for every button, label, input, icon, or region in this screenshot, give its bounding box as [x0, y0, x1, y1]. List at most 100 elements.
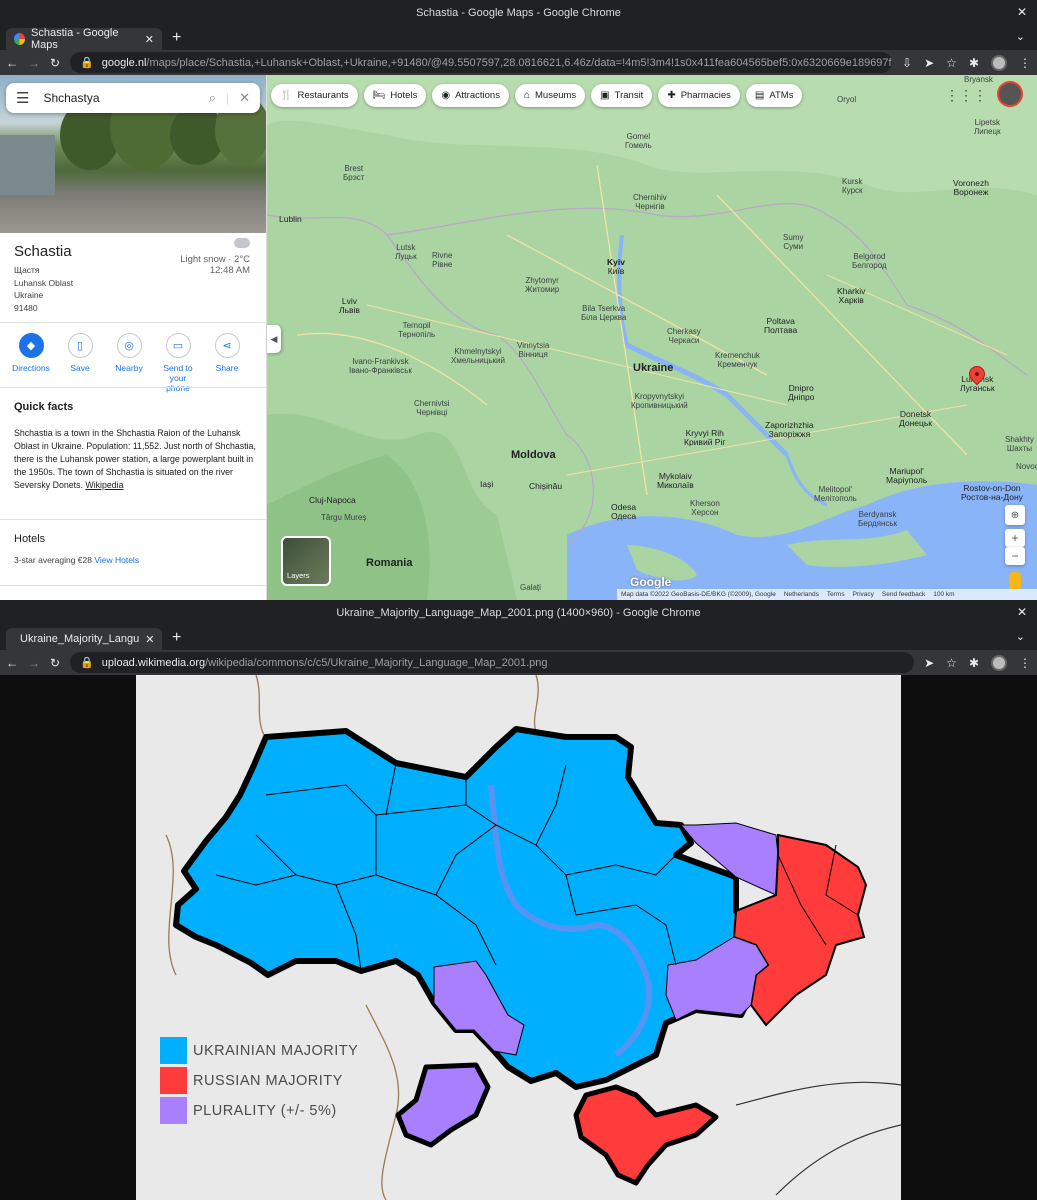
map-label-odesa: Odesa Одеса — [611, 502, 637, 521]
chip-transit[interactable]: ▣ Transit — [591, 84, 653, 107]
map-canvas[interactable]: 🍴 Restaurants 🛏 Hotels ◉ Attractions ⌂ Museu… — [267, 75, 1037, 600]
chip-pharmacies[interactable]: ✚ Pharmacies — [658, 84, 740, 107]
footer-region[interactable]: Netherlands — [784, 591, 819, 598]
account-avatar[interactable] — [997, 81, 1023, 107]
back-icon[interactable]: ← — [6, 56, 18, 70]
collapse-panel-button[interactable]: ◀ — [267, 325, 281, 353]
chip-attractions[interactable]: ◉ Attractions — [432, 84, 509, 107]
footer-privacy-link[interactable]: Privacy — [853, 591, 874, 598]
bookmark-star-icon[interactable]: ☆ — [946, 56, 957, 70]
street-view-pegman-icon[interactable] — [1009, 572, 1021, 590]
divider — [0, 519, 266, 520]
wikipedia-link[interactable]: Wikipedia — [85, 480, 123, 490]
footer-terms-link[interactable]: Terms — [827, 591, 845, 598]
profile-avatar[interactable] — [991, 54, 1007, 71]
profile-avatar[interactable] — [991, 654, 1007, 671]
hotels-summary: 3-star averaging €28 — [14, 555, 92, 565]
tab-close-icon[interactable]: ✕ — [145, 33, 154, 46]
legend-item: UKRAINIAN MAJORITY — [160, 1037, 358, 1064]
map-label-ternopil: Ternopil Тернопіль — [398, 321, 436, 339]
map-label-mykolaiv: Mykolaiv Миколаїв — [657, 471, 694, 490]
reload-icon[interactable]: ↻ — [50, 656, 60, 670]
tab-strip: Ukraine_Majority_Langu ✕ + ⌄ — [0, 626, 1037, 650]
forward-icon[interactable]: → — [28, 656, 40, 670]
bookmark-star-icon[interactable]: ☆ — [946, 656, 957, 670]
tab-search-chevron-icon[interactable]: ⌄ — [1016, 630, 1025, 643]
back-icon[interactable]: ← — [6, 656, 18, 670]
legend-label: RUSSIAN MAJORITY — [193, 1072, 343, 1089]
close-window-icon[interactable]: ✕ — [1017, 5, 1027, 19]
directions-label: Directions — [12, 363, 50, 373]
museum-icon: ⌂ — [523, 90, 530, 101]
tab-google-maps[interactable]: Schastia - Google Maps ✕ — [6, 27, 162, 51]
phone-icon: ▭ — [165, 333, 191, 358]
map-label-kyiv: Kyiv Київ — [607, 257, 625, 276]
divider — [0, 322, 266, 323]
reload-icon[interactable]: ↻ — [50, 56, 60, 70]
view-hotels-link[interactable]: View Hotels — [94, 555, 139, 565]
tab-search-chevron-icon[interactable]: ⌄ — [1016, 30, 1025, 43]
new-tab-icon[interactable]: + — [172, 29, 181, 47]
hotels-title: Hotels — [14, 533, 46, 545]
address-bar[interactable]: 🔒 upload.wikimedia.org/wikipedia/commons… — [70, 652, 915, 673]
window-titlebar: Ukraine_Majority_Language_Map_2001.png (… — [0, 600, 1037, 626]
chrome-menu-icon[interactable]: ⋮ — [1019, 656, 1031, 670]
layers-button[interactable]: Layers — [281, 536, 331, 586]
share-page-icon[interactable]: ➤ — [924, 656, 934, 670]
directions-button[interactable]: ◆ Directions — [10, 333, 52, 393]
hotels-summary-row: 3-star averaging €28 View Hotels — [14, 555, 139, 565]
share-page-icon[interactable]: ➤ — [924, 56, 934, 70]
chip-hotels[interactable]: 🛏 Hotels — [363, 84, 427, 107]
zoom-in-button[interactable]: + — [1005, 529, 1025, 547]
quick-facts-text: Shchastia is a town in the Shchastia Rai… — [14, 427, 256, 492]
google-maps-favicon-icon — [14, 33, 26, 45]
google-maps-page: ☰ Shchastya ⌕ | ✕ Schastia Щастя Luhansk… — [0, 75, 1037, 600]
save-button[interactable]: ▯ Save — [59, 333, 101, 393]
search-icon[interactable]: ⌕ — [209, 90, 216, 106]
bookmark-icon: ▯ — [67, 333, 93, 358]
tab-close-icon[interactable]: ✕ — [145, 633, 154, 646]
forward-icon[interactable]: → — [28, 56, 40, 70]
footer-feedback-link[interactable]: Send feedback — [882, 591, 925, 598]
map-label-kherson: Kherson Херсон — [690, 499, 720, 517]
maps-search-box[interactable]: ☰ Shchastya ⌕ | ✕ — [6, 83, 260, 113]
search-input[interactable]: Shchastya — [43, 91, 198, 105]
close-window-icon[interactable]: ✕ — [1017, 605, 1027, 619]
share-button[interactable]: ⋖ Share — [206, 333, 248, 393]
install-app-icon[interactable]: ⇩ — [902, 56, 912, 70]
map-label-kryvyi-rih: Kryvyi Rih Кривий Ріг — [684, 428, 726, 447]
map-footer: Map data ©2022 GeoBasis-DE/BKG (©2009), … — [617, 589, 1037, 600]
send-to-phone-button[interactable]: ▭ Send to your phone — [157, 333, 199, 393]
chip-restaurants[interactable]: 🍴 Restaurants — [271, 84, 358, 107]
map-label-zaporizhzhia: Zaporizhzhia Запоріжжя — [765, 420, 814, 439]
chrome-menu-icon[interactable]: ⋮ — [1019, 56, 1031, 70]
place-address: Щастя Luhansk Oblast Ukraine 91480 — [14, 264, 73, 314]
chip-museums[interactable]: ⌂ Museums — [514, 84, 586, 107]
window-title: Ukraine_Majority_Language_Map_2001.png (… — [336, 607, 701, 619]
share-label: Share — [215, 363, 239, 373]
ukraine-language-map-image[interactable]: UKRAINIAN MAJORITY RUSSIAN MAJORITY PLUR… — [136, 675, 901, 1200]
google-apps-grid-icon[interactable]: ⋮⋮⋮ — [945, 87, 987, 104]
map-label-cluj: Cluj-Napoca — [309, 495, 356, 505]
zoom-out-button[interactable]: − — [1005, 547, 1025, 565]
chip-atms[interactable]: ▤ ATMs — [745, 84, 803, 107]
new-tab-icon[interactable]: + — [172, 629, 181, 647]
url-host: google.nl — [101, 56, 147, 69]
map-label-rostov: Rostov-on-Don Ростов-на-Дону — [961, 483, 1023, 502]
map-label-sumy: Sumy Суми — [783, 233, 804, 251]
place-oblast: Luhansk Oblast — [14, 277, 74, 288]
nearby-button[interactable]: ◎ Nearby — [108, 333, 150, 393]
nearby-icon: ◎ — [116, 333, 142, 358]
map-label-bryansk: Bryansk — [964, 75, 993, 84]
clear-search-icon[interactable]: ✕ — [239, 90, 250, 106]
hamburger-menu-icon[interactable]: ☰ — [16, 89, 29, 107]
map-scale[interactable]: 100 km — [933, 591, 954, 598]
my-location-icon[interactable]: ⊕ — [1005, 505, 1025, 525]
map-label-chisinau: Chișinău — [529, 481, 563, 491]
map-label-romania: Romania — [366, 557, 413, 569]
address-bar[interactable]: 🔒 google.nl/maps/place/Schastia,+Luhansk… — [70, 52, 893, 73]
map-label-brest: Brest Брэст — [343, 164, 365, 182]
tab-ukraine-language-map[interactable]: Ukraine_Majority_Langu ✕ — [6, 628, 162, 650]
extensions-puzzle-icon[interactable]: ✱ — [969, 56, 979, 70]
extensions-puzzle-icon[interactable]: ✱ — [969, 656, 979, 670]
